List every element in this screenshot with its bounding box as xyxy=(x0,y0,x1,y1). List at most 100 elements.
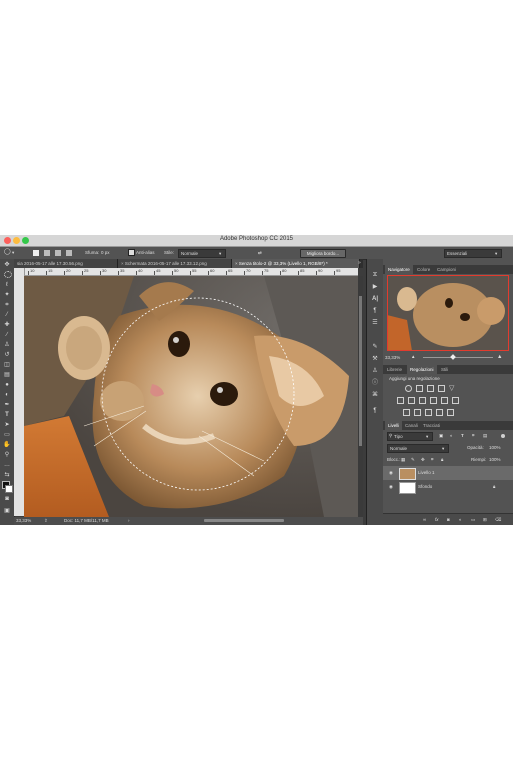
pen-tool-icon[interactable]: ✒ xyxy=(3,401,11,409)
document-size[interactable]: Doc: 11,7 MB/11,7 MB xyxy=(64,518,109,523)
photo-filter-icon[interactable] xyxy=(430,397,437,404)
tab-document-1[interactable]: sia 2016-05-17 alle 17.30.56.png xyxy=(14,259,118,268)
history-icon[interactable]: ⧖ xyxy=(371,271,379,279)
tab-layers[interactable]: Livelli xyxy=(385,421,403,430)
clone-source-icon[interactable]: ♙ xyxy=(371,367,379,375)
hue-saturation-icon[interactable] xyxy=(397,397,404,404)
navigator-view-box[interactable] xyxy=(387,275,509,351)
horizontal-scrollbar-thumb[interactable] xyxy=(204,519,284,522)
filter-adjustment-icon[interactable]: ◐ xyxy=(450,433,453,438)
levels-icon[interactable] xyxy=(416,385,423,392)
black-white-icon[interactable] xyxy=(419,397,426,404)
feather-input[interactable]: 0 px xyxy=(101,250,110,255)
invert-icon[interactable] xyxy=(403,409,410,416)
background-color-swatch[interactable] xyxy=(5,485,13,493)
brush-tool-icon[interactable]: ∕ xyxy=(3,331,11,339)
zoom-out-icon[interactable]: ▲ xyxy=(411,354,415,359)
tab-document-active[interactable]: × Senza titolo-2 @ 33,3% (Livello 1, RGB… xyxy=(232,259,360,268)
history-brush-tool-icon[interactable]: ↺ xyxy=(3,351,11,359)
tab-adjustments[interactable]: Regolazioni xyxy=(407,365,437,374)
screen-mode-icon[interactable]: ▣ xyxy=(3,507,11,515)
layer-name[interactable]: Livello 1 xyxy=(418,470,435,475)
ellipse-marquee-tool-icon[interactable] xyxy=(4,271,12,278)
eye-icon[interactable]: ◉ xyxy=(389,470,393,476)
workspace-select[interactable]: Essenziali ▾ xyxy=(444,249,502,258)
layer-row[interactable]: ◉ Livello 1 xyxy=(383,466,513,480)
properties-icon[interactable]: ☰ xyxy=(371,319,379,327)
lasso-tool-icon[interactable]: ℓ xyxy=(3,281,11,289)
move-tool-icon[interactable]: ✥ xyxy=(3,261,11,269)
refine-edge-button[interactable]: Migliora bordo... xyxy=(300,249,346,258)
zoom-level[interactable]: 33,33% xyxy=(16,518,31,523)
group-icon[interactable]: ▭ xyxy=(471,517,475,523)
type-tool-icon[interactable]: T xyxy=(3,411,11,419)
lock-pixels-icon[interactable]: ✎ xyxy=(411,457,415,463)
eye-icon[interactable]: ◉ xyxy=(389,484,393,490)
channel-mixer-icon[interactable] xyxy=(441,397,448,404)
add-mask-icon[interactable]: ◙ xyxy=(447,517,450,522)
chevron-down-icon[interactable]: ▾ xyxy=(12,250,14,256)
new-selection-icon[interactable] xyxy=(33,250,39,256)
intersect-selection-icon[interactable] xyxy=(66,250,72,256)
zoom-tool-icon[interactable]: ⚲ xyxy=(3,451,11,459)
layer-kind-filter[interactable]: ⚲ Tipo ▾ xyxy=(387,432,433,441)
selective-color-icon[interactable] xyxy=(447,409,454,416)
tool-presets-icon[interactable]: ⚒ xyxy=(371,355,379,363)
blur-tool-icon[interactable]: ● xyxy=(3,381,11,389)
color-balance-icon[interactable] xyxy=(408,397,415,404)
subtract-selection-icon[interactable] xyxy=(55,250,61,256)
gradient-tool-icon[interactable]: ▤ xyxy=(3,371,11,379)
quick-mask-icon[interactable]: ◙ xyxy=(3,495,11,503)
lock-all-icon[interactable]: 🔒︎ xyxy=(441,457,443,462)
artboard-icon[interactable]: ⌗ xyxy=(431,457,434,462)
info-icon[interactable]: ⓘ xyxy=(371,379,379,387)
glyphs-icon[interactable]: ⌘ xyxy=(371,391,379,399)
more-tabs-icon[interactable]: » xyxy=(358,259,361,268)
curves-icon[interactable] xyxy=(427,385,434,392)
antialias-checkbox[interactable] xyxy=(128,249,135,256)
healing-brush-tool-icon[interactable]: ✚ xyxy=(3,321,11,329)
chevron-right-icon[interactable]: › xyxy=(128,518,130,523)
tab-channels[interactable]: Canali xyxy=(405,421,418,430)
clone-stamp-tool-icon[interactable]: ♙ xyxy=(3,341,11,349)
tab-paths[interactable]: Tracciati xyxy=(423,421,440,430)
document-canvas[interactable] xyxy=(24,276,358,517)
tab-document-2[interactable]: × Schermata 2016-05-17 alle 17.33.12.png xyxy=(118,259,232,268)
eraser-tool-icon[interactable]: ◫ xyxy=(3,361,11,369)
adjustment-layer-icon[interactable]: ◐ xyxy=(459,517,462,522)
path-selection-tool-icon[interactable]: ➤ xyxy=(3,421,11,429)
character-icon[interactable]: A| xyxy=(371,295,379,303)
zoom-in-icon[interactable]: ▲ xyxy=(497,354,502,360)
zoom-slider[interactable] xyxy=(423,354,493,360)
add-selection-icon[interactable] xyxy=(44,250,50,256)
new-layer-icon[interactable]: ⊞ xyxy=(483,517,487,523)
lock-transparent-icon[interactable]: ▦ xyxy=(401,457,405,463)
trash-icon[interactable]: ⌫ xyxy=(495,517,501,523)
layer-style-icon[interactable]: fx xyxy=(435,517,439,522)
swap-icon[interactable]: ⇄ xyxy=(258,250,262,256)
threshold-icon[interactable] xyxy=(425,409,432,416)
layer-row[interactable]: ◉ Sfondo 🔒︎ xyxy=(383,480,513,494)
posterize-icon[interactable] xyxy=(414,409,421,416)
brightness-contrast-icon[interactable] xyxy=(405,385,412,392)
layer-name[interactable]: Sfondo xyxy=(418,484,432,489)
notes-icon[interactable]: ¶ xyxy=(371,407,379,415)
filter-type-icon[interactable]: T xyxy=(461,433,464,438)
filter-smart-object-icon[interactable]: ▤ xyxy=(483,433,487,439)
magic-wand-tool-icon[interactable]: ✦ xyxy=(3,291,11,299)
exposure-icon[interactable] xyxy=(438,385,445,392)
style-select[interactable]: Normale ▾ xyxy=(178,249,226,258)
hand-tool-icon[interactable]: ✋ xyxy=(3,441,11,449)
tab-styles[interactable]: Stili xyxy=(441,365,448,374)
blend-mode-select[interactable]: Normale ▾ xyxy=(387,444,449,453)
color-lookup-icon[interactable] xyxy=(452,397,459,404)
more-tools-icon[interactable]: … xyxy=(3,461,11,469)
dodge-tool-icon[interactable]: ◐ xyxy=(3,391,11,399)
actions-icon[interactable]: ▶ xyxy=(371,283,379,291)
navigator-zoom[interactable]: 33,33% xyxy=(385,355,400,360)
ellipse-marquee-icon[interactable]: ◯ xyxy=(4,248,11,255)
rectangle-tool-icon[interactable]: ▭ xyxy=(3,431,11,439)
fill-input[interactable]: 100% xyxy=(489,457,501,462)
paragraph-icon[interactable]: ¶ xyxy=(371,307,379,315)
opacity-input[interactable]: 100% xyxy=(489,445,501,450)
